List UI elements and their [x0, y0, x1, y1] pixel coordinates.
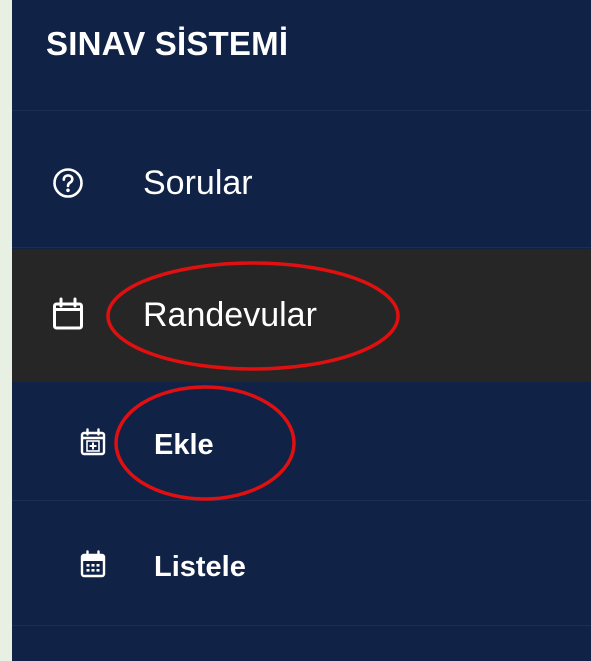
sidebar-subitem-label: Ekle — [154, 429, 214, 461]
sidebar-item-sorular[interactable]: Sorular — [12, 112, 591, 248]
sidebar-brand: SINAV SİSTEMİ — [12, 0, 591, 111]
calendar-grid-icon — [80, 550, 106, 578]
sidebar-subitem-listele[interactable]: Listele — [12, 502, 591, 626]
screenshot-frame: SINAV SİSTEMİ Sorular Randevular Ekle Li… — [0, 0, 591, 661]
sidebar-item-label: Sorular — [143, 164, 253, 202]
calendar-icon — [52, 297, 84, 331]
question-circle-icon — [52, 167, 84, 199]
sidebar: SINAV SİSTEMİ Sorular Randevular Ekle Li… — [12, 0, 591, 661]
calendar-plus-icon — [80, 428, 106, 456]
sidebar-item-randevular[interactable]: Randevular — [12, 249, 591, 382]
sidebar-subitem-label: Listele — [154, 551, 246, 583]
sidebar-item-label: Randevular — [143, 296, 317, 334]
brand-title: SINAV SİSTEMİ — [46, 25, 289, 62]
sidebar-subitem-ekle[interactable]: Ekle — [12, 383, 591, 501]
